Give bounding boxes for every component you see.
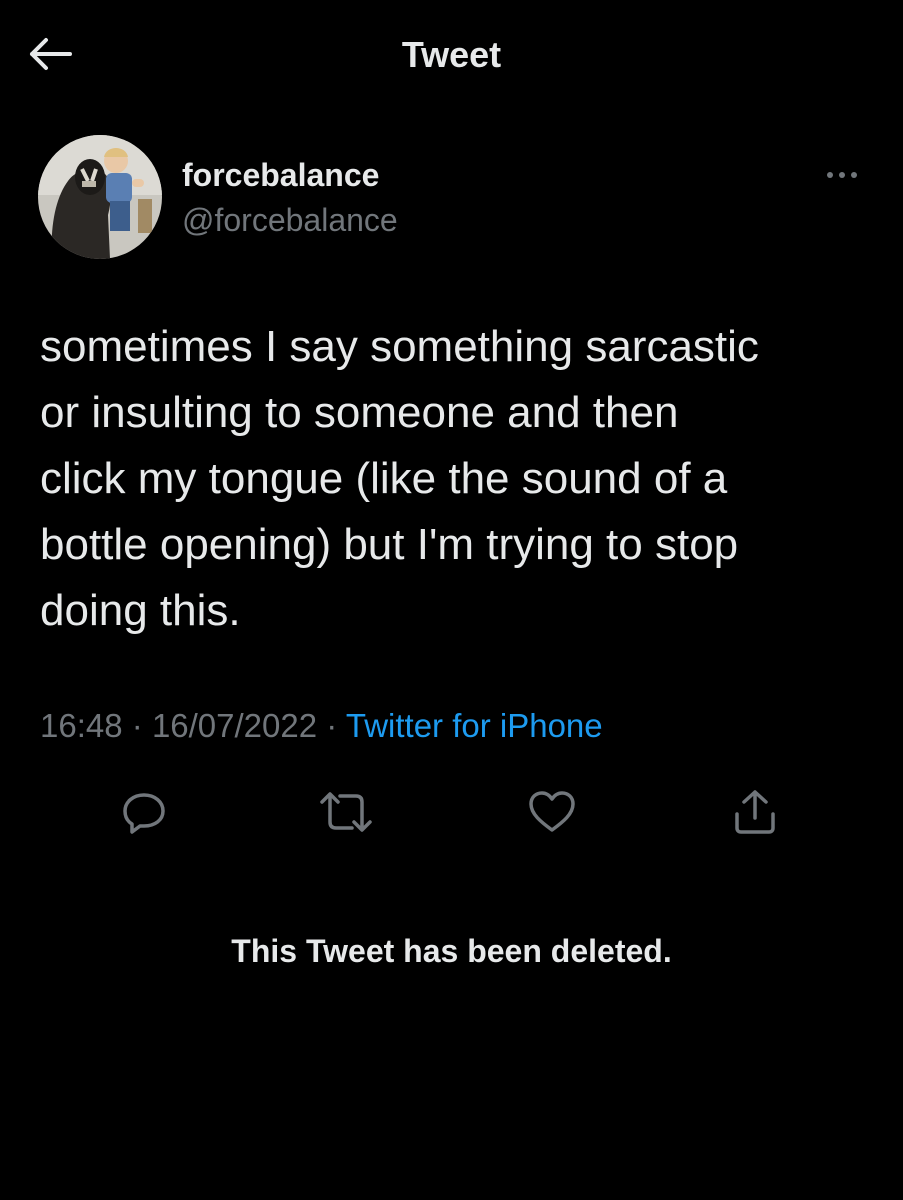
meta-separator: · — [131, 707, 143, 744]
tweet-source-link[interactable]: Twitter for iPhone — [346, 707, 603, 744]
share-button[interactable] — [730, 788, 778, 836]
more-horizontal-icon — [827, 172, 857, 178]
author-display-name[interactable]: forcebalance — [182, 157, 379, 194]
tweet-text: sometimes I say something sarcastic or i… — [40, 322, 759, 635]
avatar[interactable] — [38, 135, 162, 259]
tweet-time: 16:48 — [40, 707, 123, 744]
meta-separator: · — [326, 707, 338, 744]
deleted-tweet-notice: This Tweet has been deleted. — [231, 933, 672, 969]
more-options-button[interactable] — [820, 160, 864, 190]
tweet-metadata: 16:48 · 16/07/2022 · Twitter for iPhone — [40, 707, 603, 745]
author-handle[interactable]: @forcebalance — [182, 202, 398, 239]
heart-icon — [529, 791, 575, 832]
retweet-button[interactable] — [318, 788, 372, 836]
page-title: Tweet — [401, 34, 502, 75]
profile-photo — [38, 135, 162, 259]
like-button[interactable] — [527, 788, 575, 836]
tweet-date: 16/07/2022 — [151, 707, 318, 744]
retweet-icon — [320, 792, 372, 832]
share-icon — [735, 790, 775, 834]
top-bar: Tweet — [0, 0, 903, 110]
reply-button[interactable] — [120, 788, 168, 836]
reply-icon — [123, 793, 165, 834]
